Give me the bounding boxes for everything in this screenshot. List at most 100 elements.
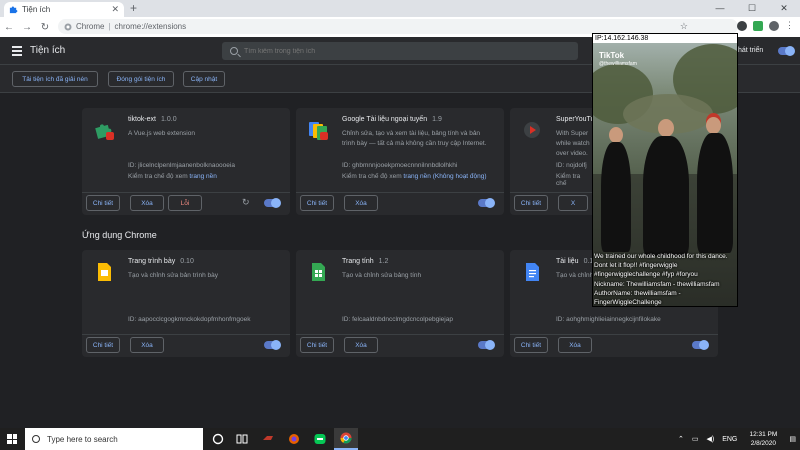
enable-toggle[interactable] [264,340,281,350]
extension-name: SuperYouTu [556,116,595,123]
forward-button[interactable]: → [18,22,36,33]
bookmark-star-icon[interactable]: ☆ [680,21,688,32]
extension-card-tiktok: tiktok-ext 1.0.0 A Vue.js web extension I… [82,108,290,215]
tab-strip: Tiện ích ✕ + — ☐ ✕ [0,0,800,17]
hamburger-menu-icon[interactable] [12,46,22,58]
dancer-body [697,133,733,253]
app-id: ID: felcaaldnbdncclmgdcncolpebgiejap [342,316,453,323]
enable-toggle[interactable] [264,198,281,208]
taskbar-clock[interactable]: 12:31 PM 2/8/2020 [741,430,785,448]
details-button[interactable]: Chi tiết [300,337,334,353]
inspect-link[interactable]: trang nền [189,173,216,180]
enable-toggle[interactable] [478,340,495,350]
notification-icon[interactable]: ▤ [789,435,796,443]
extension-dot-icon[interactable] [737,20,747,31]
app-id: ID: aapocclcgogkmnckokdopfmhonfmgoek [128,316,251,323]
tiktok-logo: TikTok [599,51,625,60]
search-input[interactable] [244,47,544,55]
page-title: Tiện ích [30,45,66,56]
minimize-button[interactable]: — [704,0,736,17]
tab-extensions[interactable]: Tiện ích ✕ [4,2,124,17]
window-controls: — ☐ ✕ [704,0,800,17]
line-app-icon[interactable] [314,433,326,445]
dancer-body [643,136,689,256]
card-divider [82,334,290,335]
slides-icon [98,263,111,281]
game-app-icon[interactable] [262,433,274,445]
extension-id: ID: jlicelnclpenlmjaanenbolknaoooeia [128,162,235,169]
extension-description: A Vue.js web extension [128,130,195,137]
cortana-icon[interactable] [212,433,224,445]
remove-button[interactable]: Xóa [130,195,164,211]
dancer-head [706,117,721,134]
play-icon [524,122,540,138]
apps-section-title: Ứng dụng Chrome [82,230,157,240]
details-button[interactable]: Chi tiết [300,195,334,211]
remove-button[interactable]: X [558,195,588,211]
inspect-views: Kiểm tra chế độ xem trang nền [128,173,217,180]
app-description: Tạo và chỉnh sửa bảng tính [342,272,422,279]
reload-button[interactable]: ↻ [36,22,54,33]
extension-icons: ⋮ [737,20,794,31]
firefox-icon[interactable] [288,433,300,445]
details-button[interactable]: Chi tiết [514,195,548,211]
taskbar-search[interactable]: Type here to search [25,428,203,450]
remove-button[interactable]: Xóa [558,337,592,353]
load-unpacked-button[interactable]: Tải tiện ích đã giải nén [12,71,98,87]
back-button[interactable]: ← [0,22,18,33]
remove-button[interactable]: Xóa [130,337,164,353]
maximize-button[interactable]: ☐ [736,0,768,17]
dancer-head [609,127,623,143]
dev-mode-label: hát triển [738,47,764,54]
update-button[interactable]: Cập nhật [183,71,225,87]
new-tab-button[interactable]: + [130,2,137,15]
windows-start-icon[interactable] [7,434,17,444]
search-icon [230,47,238,55]
pack-extension-button[interactable]: Đóng gói tiện ích [108,71,174,87]
tiktok-video-overlay[interactable]: IP:14.162.146.38 TikTok @thewilliamsfam … [592,33,738,307]
extension-card-superyoutube: SuperYouTu With Super while watch over v… [510,108,595,215]
details-button[interactable]: Chi tiết [514,337,548,353]
volume-icon[interactable]: ◀) [706,435,714,443]
inspect-views: Kiểm tra chế độ xem trang nền (Không hoạ… [342,173,487,180]
tiktok-ext-icon[interactable] [753,20,763,31]
inspect-link[interactable]: trang nền (Không hoạt động) [403,173,486,180]
app-id: ID: aohghmighlieiainnegkcijnfilokake [556,316,661,323]
url-text: chrome://extensions [114,22,187,31]
profile-avatar[interactable] [769,20,779,31]
chrome-icon [64,23,72,30]
extension-id: ID: ghbmnnjooekpmoecnnnilnnbdlolhkhi [342,162,458,169]
enable-toggle[interactable] [692,340,709,350]
address-bar[interactable]: Chrome | chrome://extensions ☆ [58,19,738,34]
system-tray: ⌃ ▭ ◀) ENG 12:31 PM 2/8/2020 ▤ [674,428,800,450]
reload-icon[interactable]: ↻ [242,197,250,208]
extension-description: Chỉnh sửa, tạo và xem tài liệu, bảng tín… [342,130,487,147]
dev-mode-toggle[interactable] [778,46,795,56]
card-divider [510,334,718,335]
extension-card-docs-offline: Google Tài liệu ngoại tuyến 1.9 Chỉnh sửa… [296,108,504,215]
menu-kebab-icon[interactable]: ⋮ [785,20,794,31]
details-button[interactable]: Chi tiết [86,337,120,353]
card-divider [510,192,592,193]
details-button[interactable]: Chi tiết [86,195,120,211]
dancer-body [601,142,631,252]
close-window-button[interactable]: ✕ [768,0,800,17]
remove-button[interactable]: Xóa [344,195,378,211]
search-box[interactable] [222,42,578,60]
card-divider [296,192,504,193]
docs-icon [526,263,539,281]
language-indicator[interactable]: ENG [722,436,737,443]
tray-chevron-icon[interactable]: ⌃ [678,435,684,443]
tab-close-icon[interactable]: ✕ [111,4,119,15]
errors-button[interactable]: Lỗi [168,195,202,211]
extension-name: tiktok-ext 1.0.0 [128,116,177,123]
network-icon[interactable]: ▭ [692,435,699,443]
video-caption: We trained our whole childhood for this … [594,253,728,307]
remove-button[interactable]: Xóa [344,337,378,353]
enable-toggle[interactable] [478,198,495,208]
task-view-icon[interactable] [236,433,248,445]
tiktok-username: @thewilliamsfam [599,61,637,67]
chrome-taskbar-active[interactable] [334,428,358,450]
site-chip: Chrome [76,22,105,31]
sheets-icon [312,263,325,281]
